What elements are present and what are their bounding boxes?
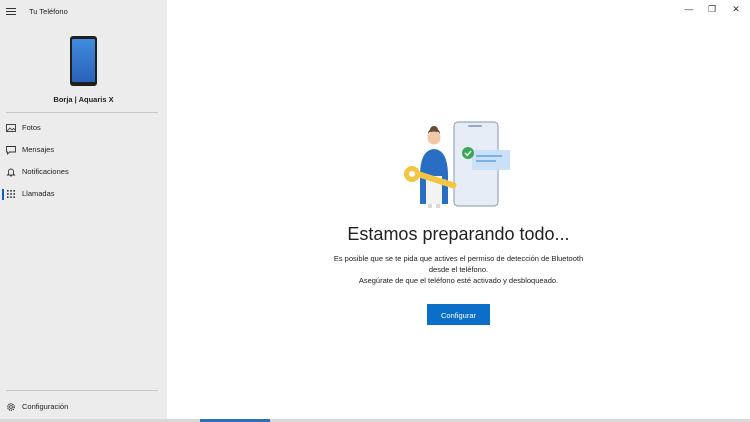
gear-icon: [7, 403, 15, 411]
bell-icon: [6, 168, 16, 177]
sidebar: Tu Teléfono Borja | Aquaris X Fotos Mens…: [0, 0, 167, 420]
settings-label: Configuración: [22, 402, 69, 411]
close-button[interactable]: ✕: [722, 0, 750, 18]
dialpad-icon: [7, 190, 15, 198]
sidebar-item-notificaciones[interactable]: Notificaciones: [0, 163, 167, 181]
sidebar-item-fotos[interactable]: Fotos: [0, 119, 167, 137]
setup-illustration: [404, 121, 510, 208]
phone-image: [70, 36, 97, 86]
description-line-1: Es posible que se te pida que actives el…: [333, 254, 584, 263]
sidebar-item-label: Fotos: [22, 123, 41, 132]
sidebar-item-label: Llamadas: [22, 189, 55, 198]
main-content: — ❐ ✕ Estamos preparando todo... Es posi…: [167, 0, 750, 420]
device-name: Borja | Aquaris X: [53, 95, 114, 104]
description-line-3: Asegúrate de que el teléfono esté activa…: [358, 276, 559, 285]
sidebar-item-llamadas[interactable]: Llamadas: [0, 185, 167, 203]
divider: [6, 390, 158, 391]
page-title: Estamos preparando todo...: [347, 224, 570, 244]
configure-button[interactable]: Configurar: [427, 304, 490, 325]
app-title: Tu Teléfono: [29, 7, 68, 16]
photo-icon: [6, 124, 16, 132]
sidebar-item-mensajes[interactable]: Mensajes: [0, 141, 167, 159]
divider: [6, 112, 158, 113]
message-icon: [6, 146, 16, 155]
hamburger-menu-icon[interactable]: [6, 6, 18, 17]
sidebar-item-label: Mensajes: [22, 145, 55, 154]
settings-button[interactable]: Configuración: [0, 398, 167, 416]
description-line-2: desde el teléfono.: [428, 265, 489, 274]
sidebar-item-label: Notificaciones: [22, 167, 69, 176]
